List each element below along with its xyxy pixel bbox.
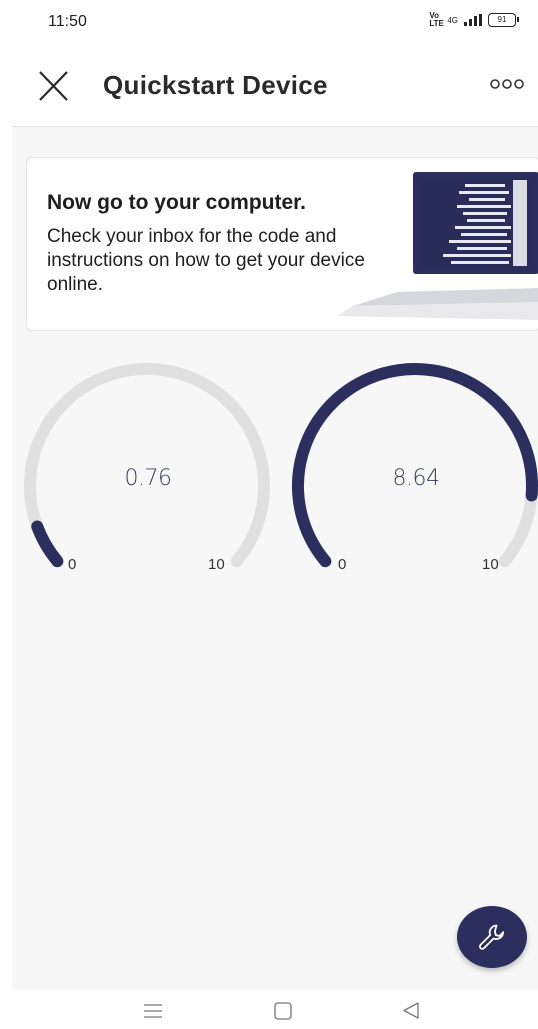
status-bar: 11:50 Vo LTE 4G 91 [0,0,538,46]
gauge-1-max-label: 10 [208,556,225,573]
tools-fab-button[interactable] [457,906,527,968]
home-icon [274,1002,292,1020]
gauge-1: 0.76 0 10 [20,362,280,582]
volte-icon: Vo LTE [429,11,444,28]
back-button[interactable] [397,996,425,1024]
close-icon [39,71,68,101]
wrench-icon [479,924,505,950]
gauge-2-value: 8.64 [392,466,440,491]
gauge-2: 8.64 0 10 [288,362,538,582]
info-card: Now go to your computer. Check your inbo… [26,157,538,331]
system-nav-bar [0,990,538,1028]
close-button[interactable] [32,62,74,104]
card-title: Now go to your computer. [47,191,307,214]
main-content: Now go to your computer. Check your inbo… [12,126,538,991]
page-title: Quickstart Device [103,70,328,100]
status-icons: Vo LTE 4G 91 [429,11,519,28]
home-button[interactable] [269,996,297,1024]
gauge-1-fill [31,520,64,568]
gauge-1-value: 0.76 [124,466,172,491]
network-type-label: 4G [447,15,458,25]
menu-icon [144,1004,162,1018]
signal-icon [464,14,482,26]
gauge-1-min-label: 0 [68,556,77,573]
gauge-2-min-label: 0 [338,556,347,573]
app-bar: Quickstart Device [0,56,538,120]
battery-icon: 91 [488,13,519,27]
back-icon [403,1002,419,1019]
menu-button[interactable] [139,996,167,1024]
more-options-button[interactable] [488,72,528,96]
more-options-icon [490,79,524,89]
status-time: 11:50 [48,13,87,30]
gauge-2-max-label: 10 [482,556,499,573]
laptop-illustration [337,172,538,320]
